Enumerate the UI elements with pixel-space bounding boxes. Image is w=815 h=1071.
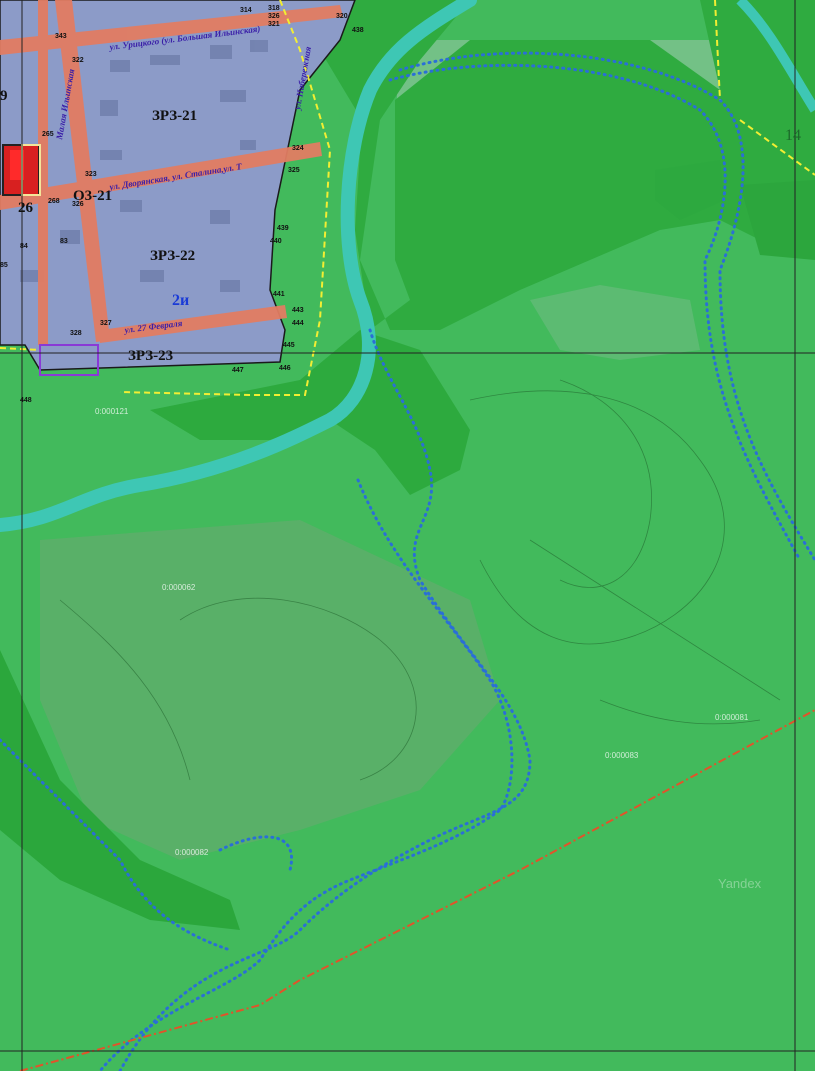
svg-text:326: 326 xyxy=(72,201,84,208)
svg-text:0:000082: 0:000082 xyxy=(175,848,209,857)
svg-text:314: 314 xyxy=(240,7,252,14)
svg-text:441: 441 xyxy=(273,291,285,298)
svg-text:439: 439 xyxy=(277,225,289,232)
svg-text:325: 325 xyxy=(288,167,300,174)
svg-text:445: 445 xyxy=(283,342,295,349)
svg-text:327: 327 xyxy=(100,320,112,327)
yandex-watermark: Yandex xyxy=(718,876,762,891)
svg-text:438: 438 xyxy=(352,27,364,34)
svg-text:320: 320 xyxy=(336,13,348,20)
map-svg: ЗРЗ-21 ЗРЗ-22 ЗРЗ-23 О3-21 26 2и 9 14 ул… xyxy=(0,0,815,1071)
svg-text:326: 326 xyxy=(268,13,280,20)
svg-text:448: 448 xyxy=(20,397,32,404)
svg-text:0:000062: 0:000062 xyxy=(162,583,196,592)
svg-text:322: 322 xyxy=(72,57,84,64)
svg-text:443: 443 xyxy=(292,307,304,314)
map-canvas[interactable]: ЗРЗ-21 ЗРЗ-22 ЗРЗ-23 О3-21 26 2и 9 14 ул… xyxy=(0,0,815,1071)
svg-text:0:000083: 0:000083 xyxy=(605,751,639,760)
svg-text:265: 265 xyxy=(42,131,54,138)
svg-text:321: 321 xyxy=(268,21,280,28)
svg-text:446: 446 xyxy=(279,365,291,372)
zone-label-zrz21: ЗРЗ-21 xyxy=(152,108,197,124)
svg-text:83: 83 xyxy=(60,238,68,245)
svg-text:447: 447 xyxy=(232,367,244,374)
svg-text:328: 328 xyxy=(70,330,82,337)
svg-text:343: 343 xyxy=(55,33,67,40)
svg-text:268: 268 xyxy=(48,198,60,205)
svg-text:318: 318 xyxy=(268,5,280,12)
svg-text:324: 324 xyxy=(292,145,304,152)
svg-text:323: 323 xyxy=(85,171,97,178)
edge-label-14: 14 xyxy=(785,127,801,144)
svg-text:0:000081: 0:000081 xyxy=(715,713,749,722)
svg-text:84: 84 xyxy=(20,243,28,250)
svg-text:440: 440 xyxy=(270,238,282,245)
block-label-26: 26 xyxy=(18,200,34,216)
svg-text:85: 85 xyxy=(0,262,8,269)
edge-label-9: 9 xyxy=(0,88,8,104)
block-label-2i: 2и xyxy=(172,292,189,309)
svg-text:0:000121: 0:000121 xyxy=(95,407,129,416)
zone-label-zrz23: ЗРЗ-23 xyxy=(128,348,173,364)
zone-label-zrz22: ЗРЗ-22 xyxy=(150,248,195,264)
svg-text:444: 444 xyxy=(292,320,304,327)
